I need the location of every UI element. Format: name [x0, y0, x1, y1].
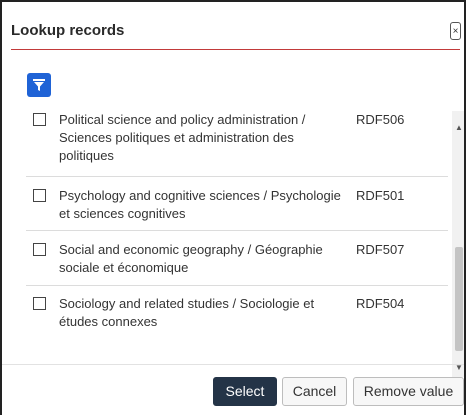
- remove-value-button[interactable]: Remove value: [353, 377, 464, 406]
- record-checkbox[interactable]: [33, 113, 46, 126]
- list-item[interactable]: Sociology and related studies / Sociolog…: [26, 286, 448, 352]
- close-icon: ×: [452, 26, 459, 37]
- lookup-dialog: Lookup records × Political science and p…: [0, 0, 466, 415]
- record-code: RDF504: [356, 296, 405, 311]
- record-checkbox[interactable]: [33, 243, 46, 256]
- list-item[interactable]: Political science and policy administrat…: [26, 111, 448, 177]
- list-item[interactable]: Psychology and cognitive sciences / Psyc…: [26, 177, 448, 231]
- dialog-title: Lookup records: [11, 22, 125, 39]
- record-label: Sociology and related studies / Sociolog…: [59, 296, 315, 329]
- header-divider: [11, 49, 460, 50]
- record-code: RDF506: [356, 112, 405, 127]
- filter-button[interactable]: [27, 73, 51, 97]
- filter-icon: [33, 79, 45, 91]
- record-code: RDF501: [356, 188, 405, 203]
- cancel-button[interactable]: Cancel: [282, 377, 347, 406]
- record-checkbox[interactable]: [33, 189, 46, 202]
- dialog-header: Lookup records ×: [2, 2, 464, 52]
- list-item[interactable]: Social and economic geography / Géograph…: [26, 231, 448, 286]
- record-checkbox[interactable]: [33, 297, 46, 310]
- records-list: Political science and policy administrat…: [26, 111, 448, 353]
- scroll-up-arrow-icon[interactable]: ▲: [452, 121, 464, 135]
- record-label: Political science and policy administrat…: [59, 112, 306, 163]
- record-code: RDF507: [356, 242, 405, 257]
- select-button[interactable]: Select: [213, 377, 277, 406]
- close-button[interactable]: ×: [450, 22, 461, 40]
- record-label: Social and economic geography / Géograph…: [59, 242, 323, 275]
- scroll-thumb[interactable]: [455, 247, 463, 351]
- record-label: Psychology and cognitive sciences / Psyc…: [59, 188, 341, 221]
- list-scrollbar[interactable]: ▲ ▼: [452, 111, 464, 377]
- footer-divider: [2, 364, 464, 365]
